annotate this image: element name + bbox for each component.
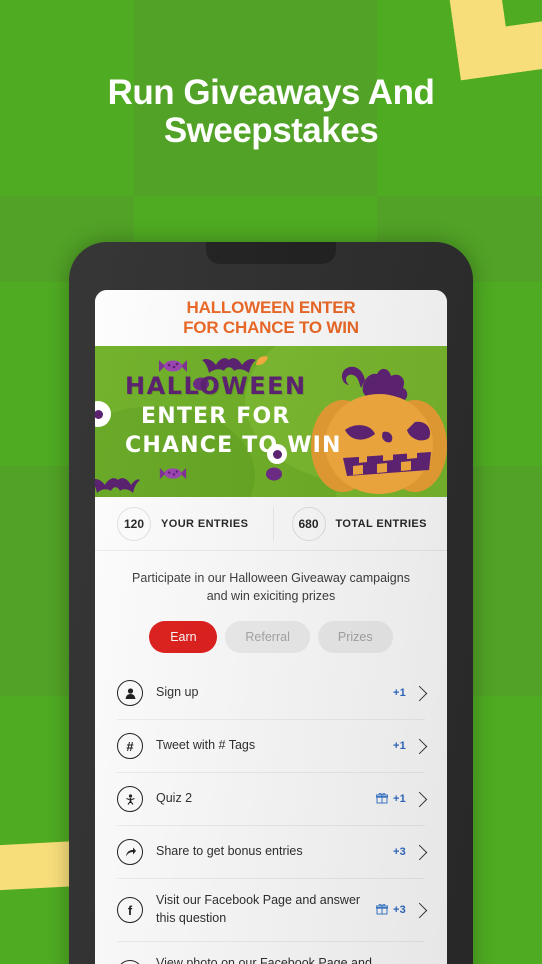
person-icon <box>117 680 143 707</box>
banner-line-2: ENTER FOR <box>141 404 291 429</box>
gift-icon <box>375 792 389 806</box>
task-row-quiz-2[interactable]: Quiz 2 +1 <box>117 773 428 827</box>
task-row-tweet-hashtag[interactable]: # Tweet with # Tags +1 <box>117 720 428 774</box>
task-reward: +1 <box>375 791 428 808</box>
quiz-icon <box>117 786 143 813</box>
task-reward: +3 <box>393 844 428 861</box>
task-row-view-photo-facebook[interactable]: f View photo on our Facebook Page and an… <box>117 942 425 964</box>
tab-referral[interactable]: Referral <box>225 621 310 654</box>
task-label: Sign up <box>156 685 199 700</box>
task-label: Share to get bonus entries <box>156 844 303 859</box>
eyeball-icon <box>267 444 287 464</box>
candy-nugget-icon <box>266 467 282 481</box>
share-icon <box>117 839 143 866</box>
task-list: Sign up +1 # Tweet with # Tags +1 Quiz 2… <box>95 667 447 964</box>
facebook-icon: f <box>117 897 143 923</box>
task-label: Visit our Facebook Page and answer this … <box>156 893 361 925</box>
task-reward: +3 <box>375 902 428 918</box>
campaign-tabs: Earn Referral Prizes <box>95 605 447 667</box>
headline-line-1: Run Giveaways And <box>107 73 435 112</box>
your-entries-count: 120 <box>117 506 151 541</box>
tab-prizes[interactable]: Prizes <box>317 621 393 654</box>
chevron-right-icon[interactable] <box>411 902 428 918</box>
facebook-icon: f <box>117 959 143 964</box>
chevron-right-icon[interactable] <box>411 791 428 808</box>
task-reward: +1 <box>393 738 428 755</box>
total-entries-label: TOTAL ENTRIES <box>335 517 427 530</box>
phone-screen: HALLOWEEN ENTER FOR CHANCE TO WIN HALLOW… <box>95 290 447 964</box>
participate-description: Participate in our Halloween Giveaway ca… <box>132 571 410 604</box>
total-entries-count: 680 <box>291 506 326 541</box>
task-points: +3 <box>393 904 406 916</box>
chevron-right-icon[interactable] <box>411 685 428 702</box>
gift-icon <box>375 903 389 917</box>
banner-text: HALLOWEEN ENTER FOR CHANCE TO WIN <box>125 372 342 458</box>
task-points: +1 <box>393 793 406 806</box>
task-points: +1 <box>393 687 406 700</box>
hero-headline: Run Giveaways And Sweepstakes <box>0 74 542 150</box>
task-label: View photo on our Facebook Page and answ… <box>156 955 372 964</box>
task-row-sign-up[interactable]: Sign up +1 <box>117 667 428 721</box>
campaign-title-line-1: HALLOWEEN ENTER <box>186 297 356 317</box>
campaign-title-line-2: FOR CHANCE TO WIN <box>183 318 359 337</box>
task-row-visit-facebook[interactable]: f Visit our Facebook Page and answer thi… <box>117 879 428 942</box>
task-points: +3 <box>393 846 406 859</box>
candy-corn-icon <box>256 356 268 366</box>
hashtag-icon: # <box>117 733 143 760</box>
phone-mockup: HALLOWEEN ENTER FOR CHANCE TO WIN HALLOW… <box>69 242 473 964</box>
task-reward: +1 <box>393 685 428 702</box>
chevron-right-icon[interactable] <box>411 844 428 861</box>
total-entries-group: 680 TOTAL ENTRIES <box>272 506 448 541</box>
campaign-header: HALLOWEEN ENTER FOR CHANCE TO WIN <box>95 290 447 346</box>
entries-summary: 120 YOUR ENTRIES 680 TOTAL ENTRIES <box>95 497 447 551</box>
bat-icon <box>95 478 140 493</box>
tab-earn[interactable]: Earn <box>149 621 218 654</box>
task-points: +1 <box>393 740 406 753</box>
candy-icon <box>159 467 187 480</box>
task-row-share-bonus[interactable]: Share to get bonus entries +3 <box>117 826 428 880</box>
headline-line-2: Sweepstakes <box>163 110 379 150</box>
phone-notch <box>206 242 336 264</box>
banner-line-3: CHANCE TO WIN <box>125 433 342 458</box>
task-label: Tweet with # Tags <box>156 738 256 753</box>
task-label: Quiz 2 <box>156 791 193 806</box>
your-entries-group: 120 YOUR ENTRIES <box>95 506 273 541</box>
chevron-right-icon[interactable] <box>411 738 428 755</box>
your-entries-label: YOUR ENTRIES <box>161 517 249 530</box>
campaign-banner: HALLOWEEN ENTER FOR CHANCE TO WIN <box>95 346 447 497</box>
banner-line-1: HALLOWEEN <box>125 372 307 400</box>
campaign-title: HALLOWEEN ENTER FOR CHANCE TO WIN <box>183 298 359 338</box>
